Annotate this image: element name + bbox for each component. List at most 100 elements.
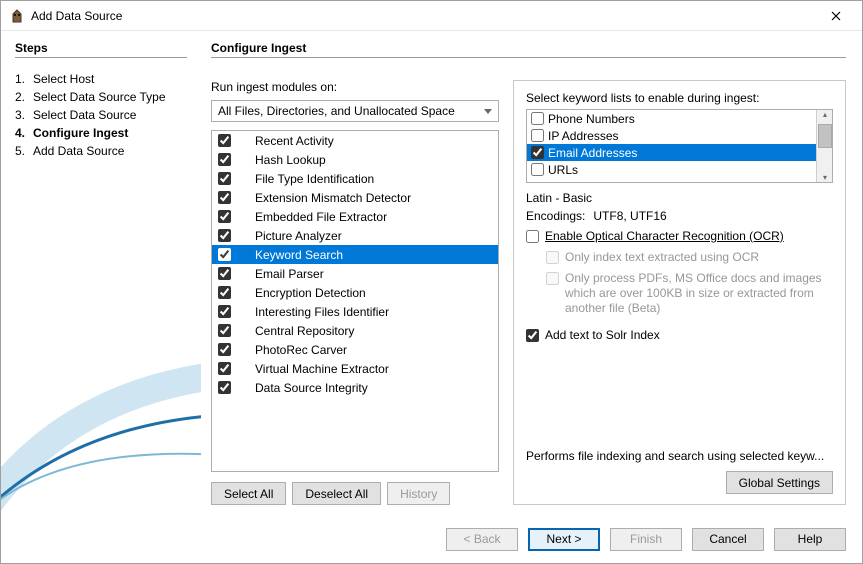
keyword-lists-label: Select keyword lists to enable during in… (526, 91, 833, 105)
module-row[interactable]: Central Repository (212, 321, 498, 340)
step-number: 4. (15, 126, 33, 140)
keyword-list-checkbox[interactable] (531, 112, 544, 125)
keyword-list-label: Phone Numbers (548, 112, 635, 126)
step-item: 4.Configure Ingest (15, 124, 187, 142)
next-button[interactable]: Next > (528, 528, 600, 551)
encodings-value: UTF8, UTF16 (593, 209, 666, 223)
module-row[interactable]: Data Source Integrity (212, 378, 498, 397)
module-row[interactable]: Email Parser (212, 264, 498, 283)
keyword-list-row[interactable]: URLs (527, 161, 816, 178)
scrollbar[interactable] (816, 110, 832, 182)
keyword-list-row[interactable]: Email Addresses (527, 144, 816, 161)
module-checkbox[interactable] (218, 362, 231, 375)
step-item: 1.Select Host (15, 70, 187, 88)
module-checkbox[interactable] (218, 210, 231, 223)
module-checkbox[interactable] (218, 191, 231, 204)
module-label: Email Parser (255, 267, 324, 281)
keyword-list-row[interactable]: IP Addresses (527, 127, 816, 144)
steps-list: 1.Select Host2.Select Data Source Type3.… (15, 70, 187, 160)
module-row[interactable]: Embedded File Extractor (212, 207, 498, 226)
ocr-checkbox[interactable] (526, 230, 539, 243)
step-item: 2.Select Data Source Type (15, 88, 187, 106)
solr-checkbox-row[interactable]: Add text to Solr Index (526, 328, 833, 343)
divider (211, 57, 846, 58)
help-button[interactable]: Help (774, 528, 846, 551)
step-number: 5. (15, 144, 33, 158)
keyword-list-checkbox[interactable] (531, 129, 544, 142)
module-checkbox[interactable] (218, 172, 231, 185)
cancel-button[interactable]: Cancel (692, 528, 764, 551)
ocr-only-index-row: Only index text extracted using OCR (546, 250, 833, 265)
module-description: Performs file indexing and search using … (526, 439, 833, 463)
scope-value: All Files, Directories, and Unallocated … (218, 104, 455, 118)
ocr-label: Enable Optical Character Recognition (OC… (545, 229, 784, 244)
module-label: Data Source Integrity (255, 381, 368, 395)
step-number: 2. (15, 90, 33, 104)
solr-label: Add text to Solr Index (545, 328, 660, 343)
keyword-lists[interactable]: Phone NumbersIP Addresses Email Addresses… (526, 109, 833, 183)
module-checkbox[interactable] (218, 286, 231, 299)
module-checkbox[interactable] (218, 134, 231, 147)
module-row[interactable]: File Type Identification (212, 169, 498, 188)
module-row[interactable]: Recent Activity (212, 131, 498, 150)
module-row[interactable]: Keyword Search (212, 245, 498, 264)
encoding-section-label: Latin - Basic (526, 191, 833, 205)
module-row[interactable]: PhotoRec Carver (212, 340, 498, 359)
solr-checkbox[interactable] (526, 329, 539, 342)
module-label: PhotoRec Carver (255, 343, 347, 357)
module-checkbox[interactable] (218, 153, 231, 166)
module-checkbox[interactable] (218, 267, 231, 280)
module-checkbox[interactable] (218, 305, 231, 318)
close-button[interactable] (818, 1, 854, 31)
module-row[interactable]: Virtual Machine Extractor (212, 359, 498, 378)
module-buttons: Select All Deselect All History (211, 482, 499, 505)
module-row[interactable]: Interesting Files Identifier (212, 302, 498, 321)
module-list[interactable]: Recent Activity Hash LookupFile Type Iden… (211, 130, 499, 472)
decorative-swoosh (1, 335, 201, 515)
module-checkbox[interactable] (218, 324, 231, 337)
module-label: Keyword Search (255, 248, 343, 262)
divider (15, 57, 187, 58)
module-label: Extension Mismatch Detector (255, 191, 411, 205)
keyword-list-label: Email Addresses (548, 146, 637, 160)
deselect-all-button[interactable]: Deselect All (292, 482, 381, 505)
module-label: Virtual Machine Extractor (255, 362, 389, 376)
run-modules-label: Run ingest modules on: (211, 80, 499, 94)
main-panel: Configure Ingest Run ingest modules on: … (201, 31, 862, 515)
scrollbar-thumb[interactable] (818, 124, 832, 148)
module-checkbox[interactable] (218, 343, 231, 356)
module-label: Embedded File Extractor (255, 210, 387, 224)
module-row[interactable]: Hash Lookup (212, 150, 498, 169)
ocr-checkbox-row[interactable]: Enable Optical Character Recognition (OC… (526, 229, 833, 244)
module-checkbox[interactable] (218, 248, 231, 261)
scope-dropdown[interactable]: All Files, Directories, and Unallocated … (211, 100, 499, 122)
keyword-list-checkbox[interactable] (531, 163, 544, 176)
module-label: Picture Analyzer (255, 229, 342, 243)
ocr-only-process-row: Only process PDFs, MS Office docs and im… (546, 271, 833, 316)
modules-column: Run ingest modules on: All Files, Direct… (211, 80, 499, 505)
step-item: 3.Select Data Source (15, 106, 187, 124)
keyword-list-checkbox[interactable] (531, 146, 544, 159)
module-checkbox[interactable] (218, 229, 231, 242)
keyword-list-label: URLs (548, 163, 578, 177)
module-row[interactable]: Encryption Detection (212, 283, 498, 302)
module-row[interactable]: Extension Mismatch Detector (212, 188, 498, 207)
step-number: 3. (15, 108, 33, 122)
finish-button: Finish (610, 528, 682, 551)
module-checkbox[interactable] (218, 381, 231, 394)
step-label: Configure Ingest (33, 126, 128, 140)
select-all-button[interactable]: Select All (211, 482, 286, 505)
ocr-only-index-label: Only index text extracted using OCR (565, 250, 759, 265)
history-button: History (387, 482, 450, 505)
wizard-footer: < Back Next > Finish Cancel Help (1, 515, 862, 563)
step-item: 5.Add Data Source (15, 142, 187, 160)
step-label: Select Host (33, 72, 94, 86)
ocr-only-index-checkbox (546, 251, 559, 264)
window-title: Add Data Source (31, 9, 122, 23)
module-label: Encryption Detection (255, 286, 366, 300)
global-settings-button[interactable]: Global Settings (726, 471, 833, 494)
module-label: Recent Activity (255, 134, 334, 148)
app-icon (9, 8, 25, 24)
keyword-list-row[interactable]: Phone Numbers (527, 110, 816, 127)
module-row[interactable]: Picture Analyzer (212, 226, 498, 245)
